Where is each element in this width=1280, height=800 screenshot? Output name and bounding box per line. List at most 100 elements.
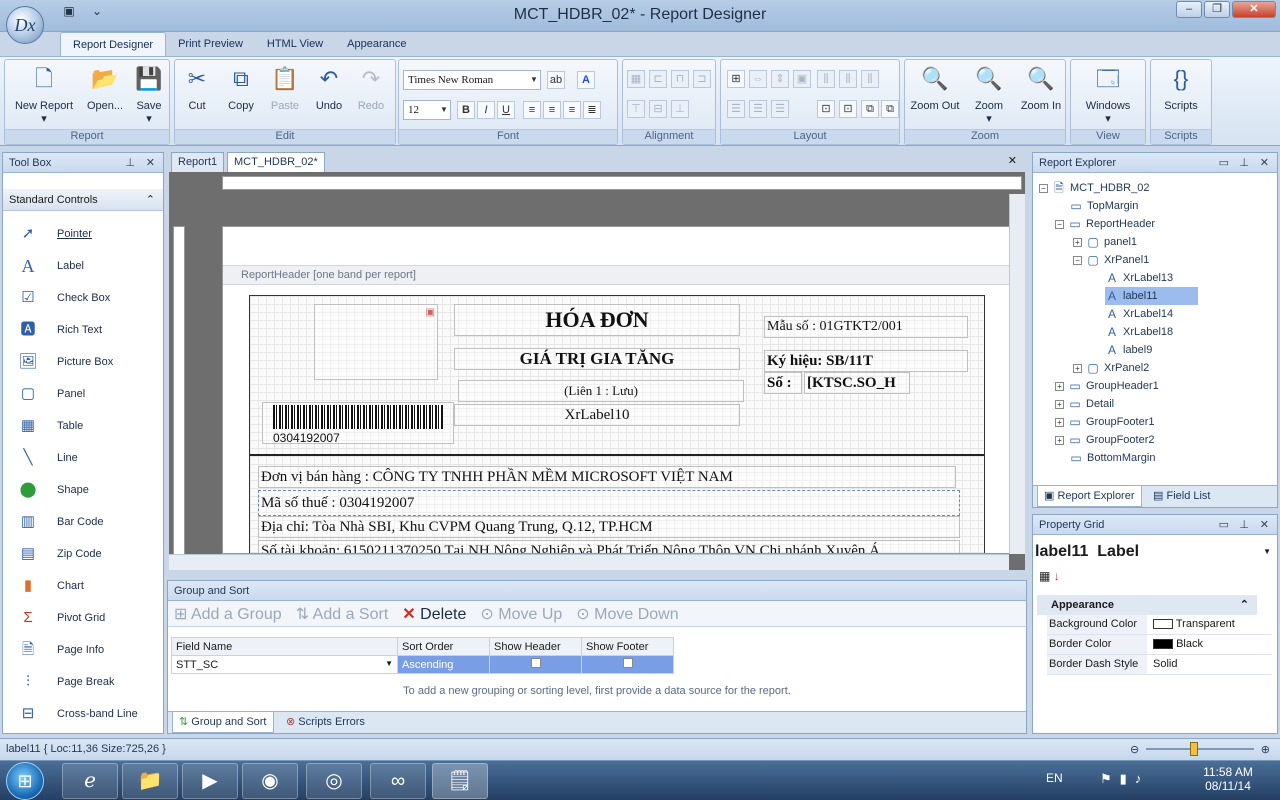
clock[interactable]: 11:58 AM 08/11/14 — [1196, 765, 1260, 793]
so-label[interactable]: Số : — [764, 372, 802, 394]
tool-bar-code[interactable]: ▥ Bar Code — [17, 509, 104, 535]
zoom-out-button[interactable]: 🔍 Zoom Out — [907, 64, 963, 112]
cut-button[interactable]: ✂ Cut — [175, 64, 219, 112]
align-bottoms-button[interactable]: ⊥ — [671, 100, 689, 118]
tool-table[interactable]: ▦ Table — [17, 413, 83, 439]
close-document-icon[interactable]: ✕ — [1008, 154, 1017, 167]
maximize-button[interactable]: ❐ — [1204, 1, 1230, 18]
barcode[interactable]: 0304192007 — [262, 402, 454, 444]
align-left-button[interactable]: ≡ — [523, 101, 541, 119]
windows-button[interactable]: 🗔 Windows ▾ — [1073, 64, 1143, 125]
tool-zip-code[interactable]: ▤ Zip Code — [17, 541, 102, 567]
align-tops-button[interactable]: ⊤ — [627, 100, 645, 118]
align-centers-button[interactable]: ⊓ — [671, 70, 689, 88]
vertical-spacing-button[interactable]: ☰ — [727, 100, 745, 118]
tree-node-xrlabel13[interactable]: A XrLabel13 — [1105, 269, 1173, 287]
undo-button[interactable]: ↶ Undo — [307, 64, 351, 112]
align-right-button[interactable]: ≡ — [563, 101, 581, 119]
tree-node-bottommargin[interactable]: ▭ BottomMargin — [1069, 449, 1155, 467]
app-menu-button[interactable]: Dx — [6, 6, 44, 44]
tab-html-view[interactable]: HTML View — [255, 32, 335, 56]
tree-node-xrpanel2[interactable]: + ▢ XrPanel2 — [1073, 359, 1149, 377]
center-horizontally-button[interactable]: ⊡ — [817, 100, 835, 118]
zoom-in-button[interactable]: 🔍 Zoom In — [1015, 64, 1067, 112]
title-label[interactable]: HÓA ĐƠN — [454, 304, 740, 336]
underline-button[interactable]: U — [497, 101, 515, 119]
font-name-combo[interactable]: Times New Roman ▼ — [403, 70, 541, 90]
copy-button[interactable]: ⧉ Copy — [219, 64, 263, 112]
tool-panel[interactable]: ▢ Panel — [17, 381, 85, 407]
tree-node-label11[interactable]: Alabel11 — [1105, 287, 1198, 305]
add-group-button[interactable]: ⊞ Add a Group — [174, 604, 282, 624]
zoom-minus-icon[interactable]: ⊖ — [1130, 740, 1139, 760]
minimize-panel-icon[interactable]: ▭ — [1219, 515, 1229, 535]
tool-label[interactable]: A Label — [17, 253, 84, 279]
center-vertically-button[interactable]: ⊡ — [839, 100, 857, 118]
make-same-width-button[interactable]: ⇔ — [749, 70, 767, 88]
align-to-grid-button[interactable]: ▦ — [627, 70, 645, 88]
align-rights-button[interactable]: ⊐ — [693, 70, 711, 88]
tree-node-detail[interactable]: + ▭ Detail — [1055, 395, 1114, 413]
show-header-checkbox[interactable] — [489, 655, 582, 674]
close-button[interactable]: ✕ — [1232, 1, 1276, 18]
align-center-button[interactable]: ≡ — [543, 101, 561, 119]
redo-button[interactable]: ↷ Redo — [349, 64, 393, 112]
tab-scripts-errors[interactable]: ⊗ Scripts Errors — [280, 712, 371, 733]
doc-tab-mct-hdbr-02[interactable]: MCT_HDBR_02* — [227, 152, 325, 172]
close-icon[interactable]: ✕ — [146, 153, 155, 173]
decrease-hspacing-button[interactable]: ⫼ — [861, 70, 879, 88]
scripts-button[interactable]: {} Scripts — [1155, 64, 1207, 112]
tool-line[interactable]: ╲ Line — [17, 445, 77, 471]
tree-node-panel1[interactable]: + ▢ panel1 — [1073, 233, 1137, 251]
horizontal-scrollbar[interactable] — [169, 554, 1009, 570]
tree-node-groupheader1[interactable]: + ▭ GroupHeader1 — [1055, 377, 1159, 395]
tool-chart[interactable]: ▮ Chart — [17, 573, 84, 599]
bring-to-front-button[interactable]: ⧉ — [861, 100, 879, 118]
categorized-icon[interactable]: ▦ — [1039, 569, 1050, 583]
tree-node-topmargin[interactable]: ▭ TopMargin — [1069, 197, 1138, 215]
field-name-cell[interactable]: STT_SC ▼ — [171, 655, 398, 674]
open-button[interactable]: 📂 Open... — [81, 64, 129, 112]
tree-node-report[interactable]: − 🗎 MCT_HDBR_02 — [1039, 179, 1149, 197]
pin-icon[interactable]: ⊥ — [1239, 153, 1249, 173]
tray-icons[interactable]: ⚑▮♪ — [1100, 771, 1149, 787]
bank-account-label[interactable]: Số tài khoản: 6150211370250 Tại NH Nông … — [258, 540, 960, 553]
back-color-button[interactable]: ab — [547, 71, 565, 89]
alphabetical-icon[interactable]: ↓ — [1054, 569, 1060, 583]
minimize-button[interactable]: – — [1176, 1, 1202, 18]
send-to-back-button[interactable]: ⧉ — [881, 100, 899, 118]
category-appearance[interactable]: Appearance ⌃ — [1037, 595, 1257, 615]
vertical-scrollbar[interactable] — [1009, 194, 1025, 554]
tool-check-box[interactable]: ☑ Check Box — [17, 285, 110, 311]
tree-node-xrlabel18[interactable]: A XrLabel18 — [1105, 323, 1173, 341]
tool-picture-box[interactable]: 🖼 Picture Box — [17, 349, 113, 375]
zoom-plus-icon[interactable]: ⊕ — [1261, 740, 1270, 760]
tool-shape[interactable]: ⬤ Shape — [17, 477, 89, 503]
fore-color-button[interactable]: A — [577, 71, 595, 89]
column-show-footer[interactable]: Show Footer — [581, 637, 674, 656]
tree-node-label9[interactable]: Alabel9 — [1105, 341, 1152, 359]
doc-tab-report1[interactable]: Report1 — [171, 152, 225, 172]
tool-pointer[interactable]: ➚ Pointer — [17, 221, 92, 247]
language-indicator[interactable]: EN — [1046, 771, 1063, 785]
align-lefts-button[interactable]: ⊏ — [649, 70, 667, 88]
delete-button[interactable]: ✕ Delete — [402, 604, 466, 624]
tab-group-and-sort[interactable]: ⇅ Group and Sort — [172, 712, 274, 733]
seller-label[interactable]: Đơn vị bán hàng : CÔNG TY TNHH PHẦN MỀM … — [258, 466, 956, 488]
taskbar-firefox[interactable]: ◉ — [242, 763, 298, 799]
subtitle-label[interactable]: GIÁ TRỊ GIA TĂNG — [454, 348, 740, 370]
pin-icon[interactable]: ⊥ — [1239, 515, 1249, 535]
horizontal-spacing-button[interactable]: ⫼ — [817, 70, 835, 88]
align-middles-button[interactable]: ⊟ — [649, 100, 667, 118]
xrlabel10[interactable]: XrLabel10 — [454, 404, 740, 426]
make-same-size-button[interactable]: ▣ — [793, 70, 811, 88]
tab-appearance[interactable]: Appearance — [335, 32, 418, 56]
zoom-slider[interactable]: ⊖ ⊕ — [1130, 742, 1270, 756]
taskbar-media-player[interactable]: ▶ — [182, 763, 238, 799]
close-icon[interactable]: ✕ — [1260, 515, 1269, 535]
column-show-header[interactable]: Show Header — [489, 637, 582, 656]
tax-code-label[interactable]: Mã số thuế : 0304192007 — [258, 490, 960, 516]
show-footer-checkbox[interactable] — [581, 655, 674, 674]
tree-node-groupfooter2[interactable]: + ▭ GroupFooter2 — [1055, 431, 1154, 449]
font-size-combo[interactable]: 12 ▼ — [403, 100, 451, 120]
